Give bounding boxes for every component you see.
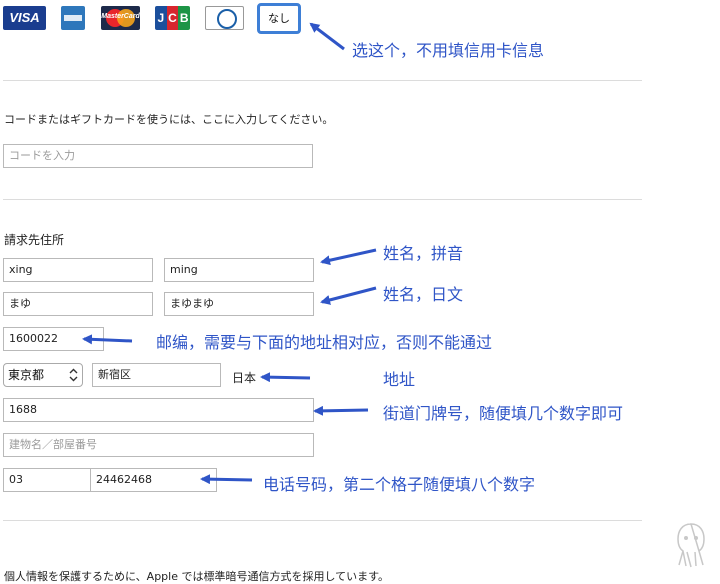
arrow-icon — [260, 372, 311, 383]
arrow-icon — [320, 286, 377, 305]
arrow-icon — [309, 22, 345, 51]
arrow-icon — [313, 405, 369, 416]
annotation-arrows — [82, 22, 377, 485]
ghost-mascot-icon — [677, 523, 705, 568]
arrow-icon — [320, 248, 377, 266]
arrow-icon — [200, 474, 253, 485]
arrow-icon — [82, 334, 133, 345]
